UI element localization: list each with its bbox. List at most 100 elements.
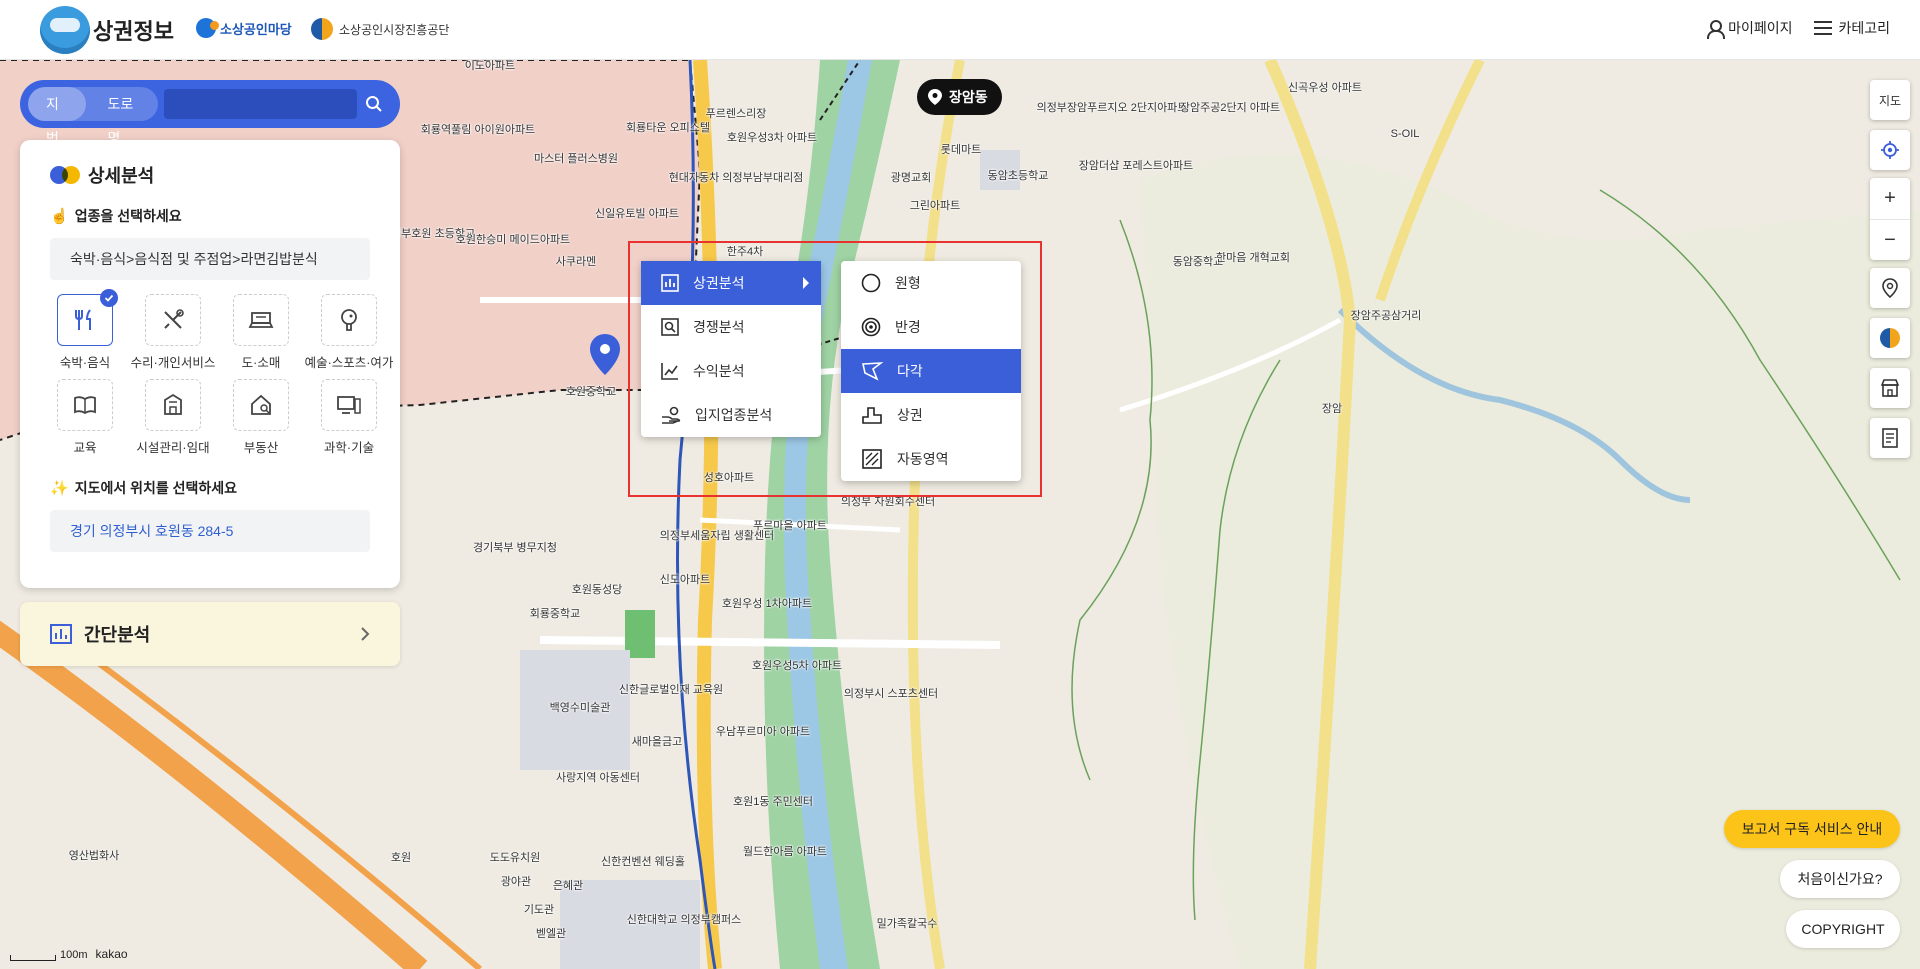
house-icon (251, 394, 271, 415)
category-repair-personal-service[interactable]: 수리·개인서비스 (129, 294, 217, 371)
chevron-right-icon (361, 627, 370, 641)
store-button[interactable] (1870, 368, 1910, 408)
map-label: 호원우성3차 아파트 (726, 132, 818, 144)
site-title[interactable]: 상권정보 (93, 14, 174, 46)
map-label: 호원한승미 메이드아파트 (455, 234, 571, 246)
area-type-submenu: 원형 반경 다각 상권 자동영역 (841, 261, 1021, 481)
site-logo-icon[interactable] (40, 6, 90, 54)
auto-area-icon (862, 449, 882, 469)
scale-bar (10, 955, 56, 961)
map-label: 의정부 자원회수센터 (840, 496, 936, 508)
semas-service-button[interactable] (1870, 318, 1910, 358)
map-label: 호원우성5차 아파트 (751, 660, 843, 672)
submenu-item-circle[interactable]: 원형 (841, 261, 1021, 305)
industry-select[interactable]: 숙박·음식>음식점 및 주점업>라면김밥분식 (50, 238, 370, 280)
submenu-label: 원형 (895, 275, 921, 291)
tab-jibun[interactable]: 지번 (28, 87, 86, 146)
simple-analysis-button[interactable]: 간단분석 (20, 602, 400, 666)
submenu-item-district[interactable]: 상권 (841, 393, 1021, 437)
analysis-context-menu: 상권분석 경쟁분석 수익분석 입지업종분석 (641, 261, 821, 437)
category-real-estate[interactable]: 부동산 (217, 379, 305, 456)
map-label: 밀가족칼국수 (876, 918, 938, 930)
menu-item-location-industry-analysis[interactable]: 입지업종분석 (641, 393, 821, 437)
submenu-item-radius[interactable]: 반경 (841, 305, 1021, 349)
category-arts-sports-leisure[interactable]: 예술·스포츠·여가 (305, 294, 393, 371)
report-button[interactable] (1870, 418, 1910, 458)
map-label: 장암더샵 포레스트아파트 (1078, 160, 1194, 172)
partner1-label: 소상공인마당 (220, 21, 292, 37)
map-type-button[interactable]: 지도 (1870, 80, 1910, 120)
zoom-in-button[interactable]: + (1870, 178, 1910, 219)
category-icon-box (233, 294, 289, 346)
zoom-out-button[interactable]: − (1870, 219, 1910, 260)
search-icon (366, 96, 383, 112)
category-label: 시설관리·임대 (136, 441, 210, 455)
fork-knife-icon (75, 309, 91, 330)
zoom-control: + − (1870, 178, 1910, 260)
semas-logo-icon (311, 18, 333, 40)
map-label: 마스터 플러스병원 (533, 153, 619, 165)
polygon-icon (862, 362, 883, 381)
map-label: 푸르렌스리장 (705, 108, 767, 120)
category-icon-box (145, 294, 201, 346)
ping-pong-icon (341, 309, 357, 331)
current-location-button[interactable] (1870, 130, 1910, 170)
submenu-item-polygon[interactable]: 다각 (841, 349, 1021, 393)
map-label: 광야관 (500, 876, 532, 888)
partner2-label: 소상공인시장진흥공단 (339, 22, 450, 37)
place-name: 장암동 (949, 89, 988, 105)
map-label: 호원1동 주민센터 (732, 796, 814, 808)
tab-road-name[interactable]: 도로명 (90, 87, 158, 146)
map-label: 장암주공2단지 아파트 (1179, 102, 1281, 114)
menu-item-district-analysis[interactable]: 상권분석 (641, 261, 821, 305)
category-science-tech[interactable]: 과학·기술 (305, 379, 393, 456)
map-label: 사쿠라멘 (555, 256, 597, 268)
search-input[interactable] (163, 89, 357, 119)
map-label: 신일유토빌 아파트 (594, 208, 680, 220)
copyright-button[interactable]: COPYRIGHT (1786, 910, 1900, 948)
category-menu-button[interactable]: 카테고리 (1814, 18, 1890, 38)
partner-link-sosanggongin-madang[interactable]: 소상공인마당 (196, 18, 292, 38)
category-label: 부동산 (243, 441, 279, 455)
map-label: 성호아파트 (703, 472, 755, 484)
first-time-guide-button[interactable]: 처음이신가요? (1780, 860, 1900, 898)
map-label: 푸르마을 아파트 (753, 520, 827, 532)
category-label: 수리·개인서비스 (130, 356, 216, 370)
map-label: S-OIL (1390, 128, 1420, 140)
pointing-finger-icon: ☝️ (50, 208, 69, 225)
store-icon (1880, 379, 1900, 397)
map-label: 의정부시 스포츠센터 (843, 688, 939, 700)
partner-link-semas[interactable]: 소상공인시장진흥공단 (311, 18, 449, 40)
mypage-button[interactable]: 마이페이지 (1706, 18, 1793, 39)
panel-header: 상세분석 (50, 162, 370, 188)
category-education[interactable]: 교육 (41, 379, 129, 456)
menu-item-revenue-analysis[interactable]: 수익분석 (641, 349, 821, 393)
map-label: 신한대학교 의정부캠퍼스 (626, 914, 742, 926)
selected-address: 경기 의정부시 호원동 284-5 (50, 510, 370, 552)
selected-check-icon (100, 289, 118, 307)
category-facility-rental[interactable]: 시설관리·임대 (129, 379, 217, 456)
submenu-label: 상권 (897, 407, 923, 423)
menu-label: 상권분석 (693, 275, 745, 291)
submenu-arrow-icon (803, 277, 809, 289)
category-grid: 숙박·음식 수리·개인서비스 도·소매 예술·스포츠·여가 교육 시설관리·임대… (41, 289, 393, 456)
submenu-item-auto-area[interactable]: 자동영역 (841, 437, 1021, 481)
menu-item-competition-analysis[interactable]: 경쟁분석 (641, 305, 821, 349)
map-scale: 100m kakao (10, 947, 128, 961)
category-accommodation-food[interactable]: 숙박·음식 (41, 289, 129, 371)
map-label: 호원 (390, 852, 412, 864)
analysis-dots-icon (50, 166, 80, 184)
map-label: 장암 (1321, 403, 1343, 415)
address-search-bar: 지번 도로명 (20, 80, 400, 146)
step-select-industry: ☝️ 업종을 선택하세요 (50, 206, 370, 226)
address-type-toggle: 지번 도로명 (28, 87, 158, 146)
marker-button[interactable] (1870, 268, 1910, 308)
category-wholesale-retail[interactable]: 도·소매 (217, 294, 305, 371)
map-location-pin-icon[interactable] (588, 333, 622, 377)
mypage-label: 마이페이지 (1728, 20, 1793, 36)
map-label: 회룡타운 오피스텔 (625, 122, 711, 134)
search-button[interactable] (357, 87, 392, 121)
map-label: 기도관 (523, 904, 555, 916)
map-label: 호원우성 1차아파트 (721, 598, 813, 610)
report-subscription-button[interactable]: 보고서 구독 서비스 안내 (1724, 810, 1900, 848)
